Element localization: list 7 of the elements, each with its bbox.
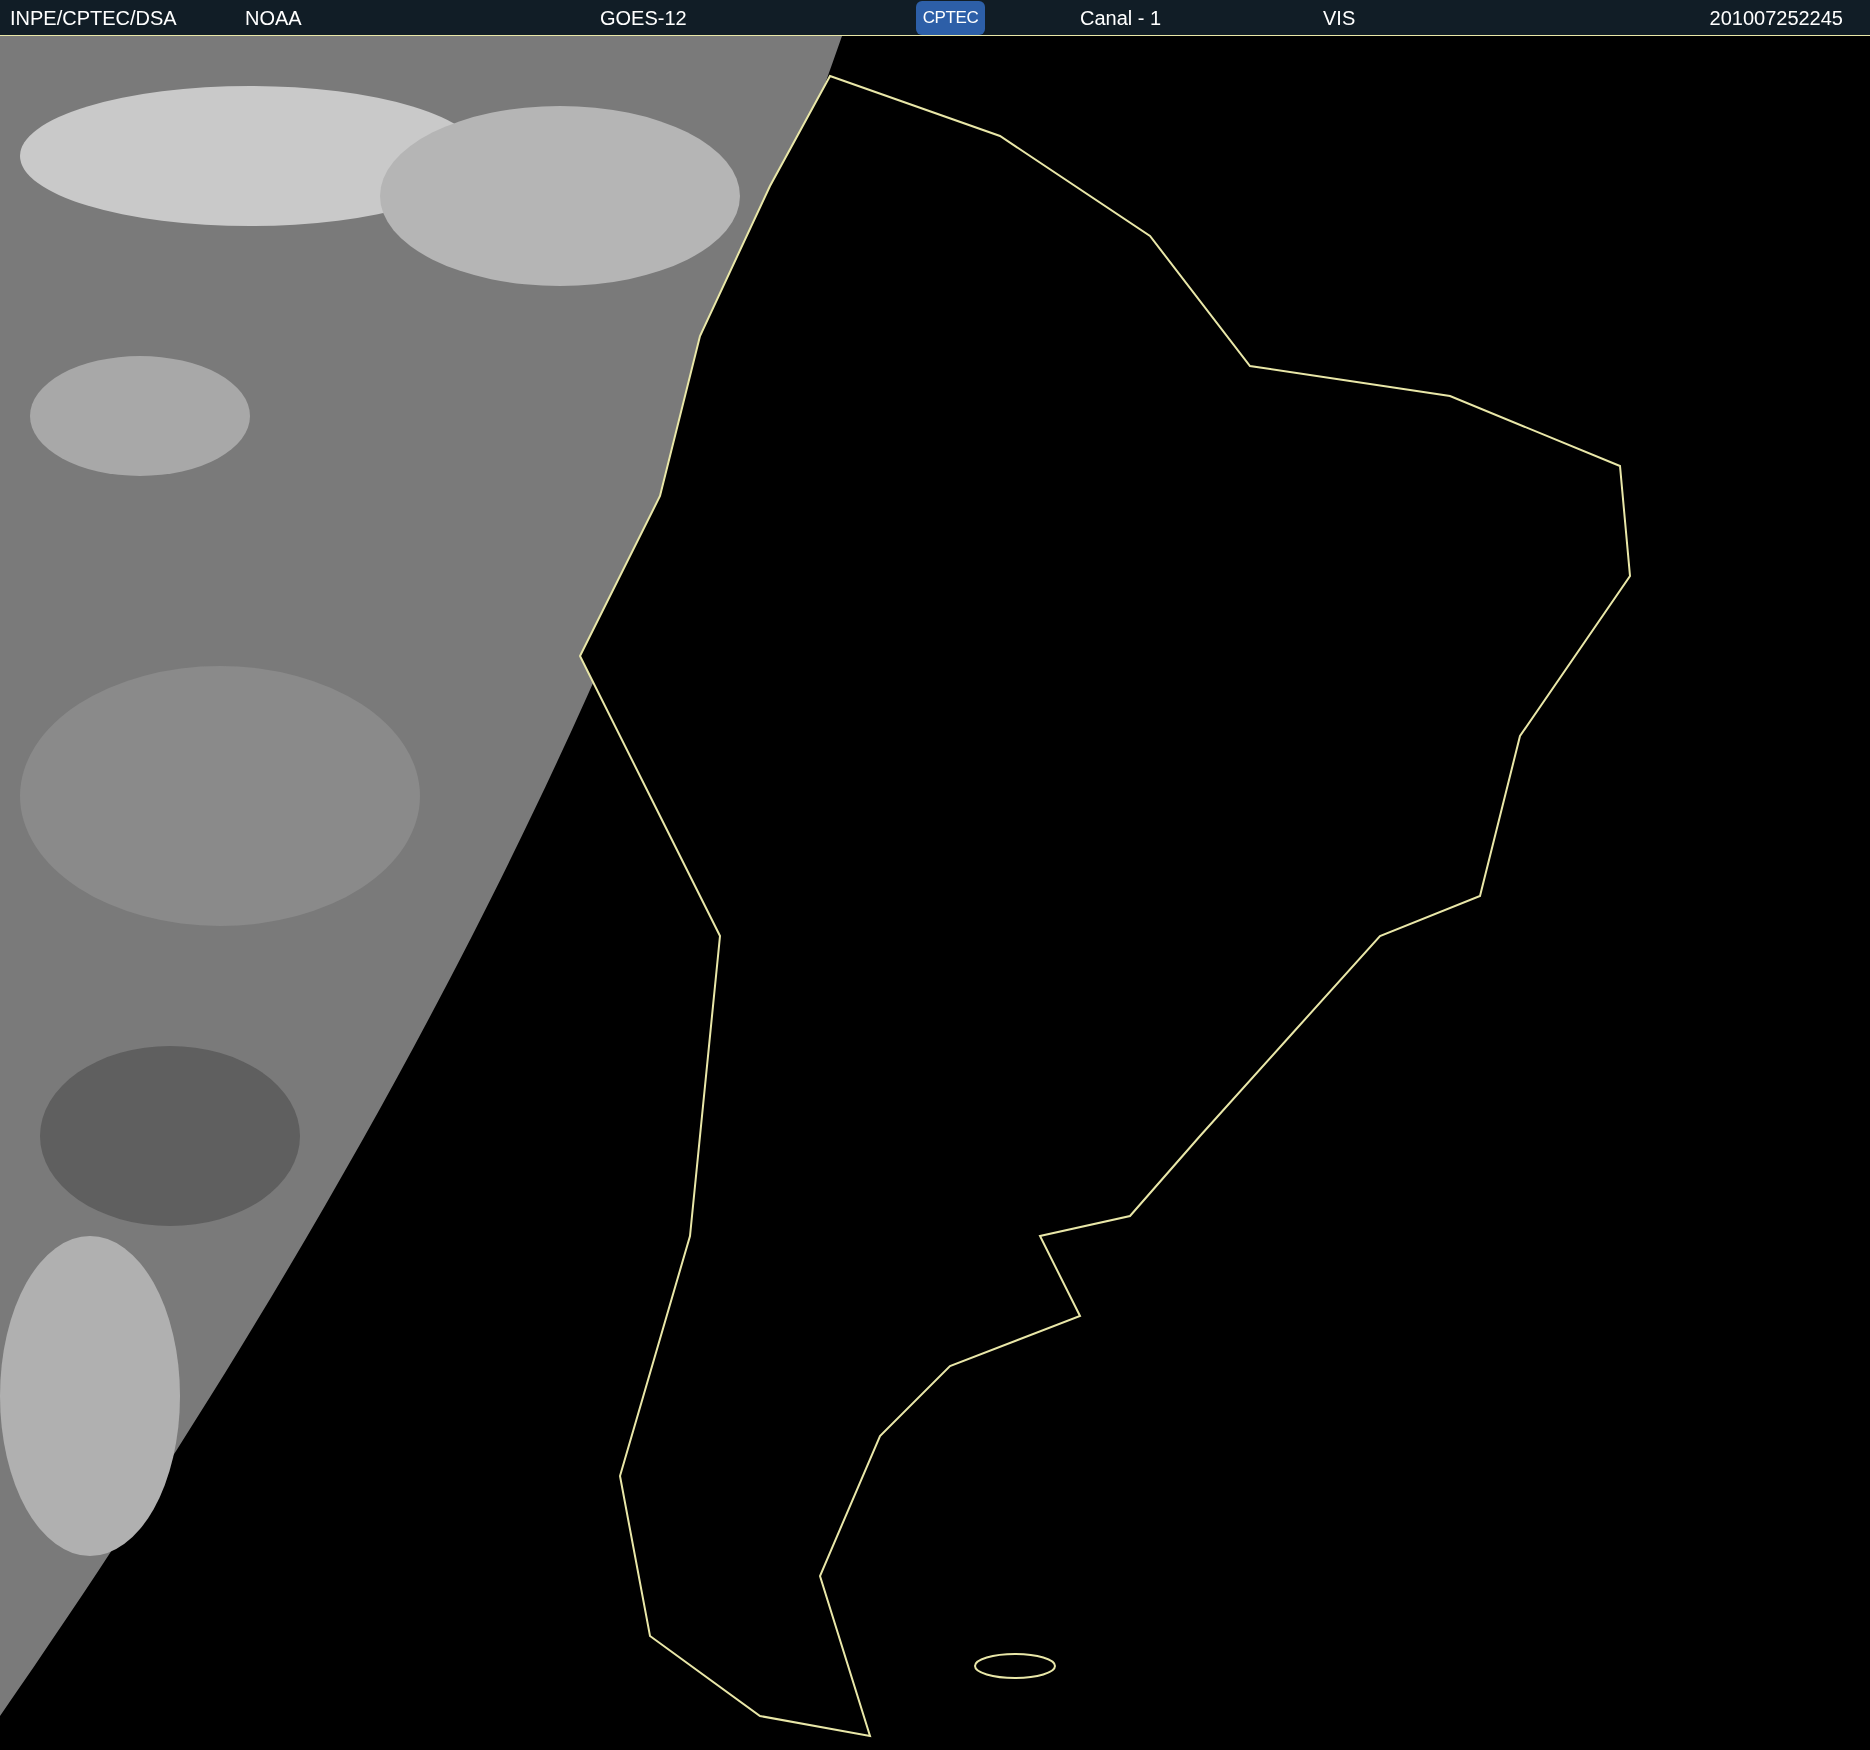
logo: CPTEC <box>916 0 985 35</box>
band-label: VIS <box>1323 5 1356 31</box>
timestamp-label: 201007252245 <box>1709 5 1844 31</box>
channel-label: Canal - 1 <box>1080 6 1162 29</box>
satellite-label: GOES-12 <box>600 6 687 29</box>
agency-label: NOAA <box>245 6 302 29</box>
source-label: INPE/CPTEC/DSA <box>10 6 177 29</box>
